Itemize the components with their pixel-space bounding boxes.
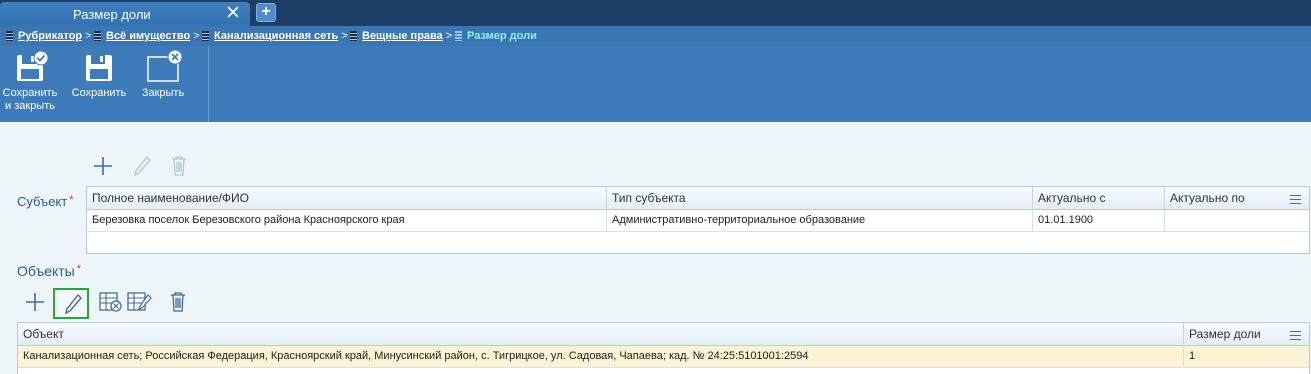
save-icon <box>86 55 112 81</box>
breadcrumb-item-all-property[interactable]: Всё имущество > <box>94 30 200 42</box>
list-icon <box>6 31 13 41</box>
close-button[interactable]: Закрыть <box>136 46 190 100</box>
cell-object: Канализационная сеть; Российская Федерац… <box>18 346 1184 367</box>
table-edit-icon[interactable] <box>127 291 153 313</box>
add-subject-icon[interactable] <box>93 156 113 176</box>
cell-share-size: 1 <box>1189 350 1196 362</box>
list-icon <box>455 31 462 41</box>
cell-valid-to <box>1165 210 1309 231</box>
close-tab-icon[interactable] <box>226 5 240 19</box>
objects-label: Объекты * <box>17 263 82 279</box>
save-button[interactable]: Сохранить <box>70 46 128 100</box>
subject-grid-header: Полное наименование/ФИО Тип субъекта Акт… <box>87 187 1309 210</box>
tab-bar: Размер доли + <box>0 0 1311 26</box>
list-icon <box>94 31 101 41</box>
table-row-selected[interactable]: Канализационная сеть; Российская Федерац… <box>18 346 1309 368</box>
table-row[interactable]: Березовка поселок Березовского района Кр… <box>87 210 1309 232</box>
column-header-fullname[interactable]: Полное наименование/ФИО <box>87 187 607 210</box>
tab-title: Размер доли <box>73 7 151 22</box>
cell-valid-from: 01.01.1900 <box>1033 210 1165 231</box>
objects-grid-header: Объект Размер доли <box>18 323 1309 346</box>
breadcrumb-item-sewer-network[interactable]: Канализационная сеть > <box>202 30 348 42</box>
column-header-valid-to[interactable]: Актуально по <box>1165 187 1309 210</box>
add-object-icon[interactable] <box>25 292 45 312</box>
breadcrumb-item-property-rights[interactable]: Вещные права > <box>350 30 452 42</box>
breadcrumb: Рубрикатор > Всё имущество > Канализацио… <box>0 26 1311 46</box>
save-close-icon <box>17 50 48 81</box>
breadcrumb-item-rubricator[interactable]: Рубрикатор > <box>6 30 91 42</box>
form-content: Субъект * Полное наименование/ФИО Тип суб… <box>0 122 1311 374</box>
column-menu-icon[interactable] <box>1290 195 1301 204</box>
cell-fullname: Березовка поселок Березовского района Кр… <box>87 210 607 231</box>
column-header-object[interactable]: Объект <box>18 323 1184 346</box>
list-icon <box>350 31 357 41</box>
subject-label: Субъект * <box>17 194 74 209</box>
required-mark: * <box>69 194 74 206</box>
edit-object-button[interactable] <box>53 288 89 319</box>
objects-grid: Объект Размер доли Канализационная сеть;… <box>17 322 1310 374</box>
delete-subject-icon[interactable] <box>170 155 188 177</box>
required-mark: * <box>76 263 82 275</box>
save-and-close-button[interactable]: Сохранить и закрыть <box>2 46 58 113</box>
delete-object-icon[interactable] <box>169 291 187 313</box>
column-header-subject-type[interactable]: Тип субъекта <box>607 187 1033 210</box>
pencil-icon <box>64 293 82 315</box>
tab-share-size[interactable]: Размер доли <box>0 2 250 26</box>
close-window-icon <box>147 50 183 82</box>
ribbon-toolbar: Сохранить и закрыть Сохранить Закрыть <box>0 46 1311 122</box>
add-tab-button[interactable]: + <box>256 3 276 22</box>
column-menu-icon[interactable] <box>1290 331 1301 340</box>
column-header-valid-from[interactable]: Актуально с <box>1033 187 1165 210</box>
list-icon <box>202 31 209 41</box>
edit-subject-icon[interactable] <box>132 155 152 177</box>
subject-grid: Полное наименование/ФИО Тип субъекта Акт… <box>86 186 1310 254</box>
breadcrumb-item-current: Размер доли <box>455 30 537 42</box>
table-remove-icon[interactable] <box>99 291 123 313</box>
cell-subject-type: Административно-территориальное образова… <box>607 210 1033 231</box>
toolbar-divider <box>208 46 209 122</box>
